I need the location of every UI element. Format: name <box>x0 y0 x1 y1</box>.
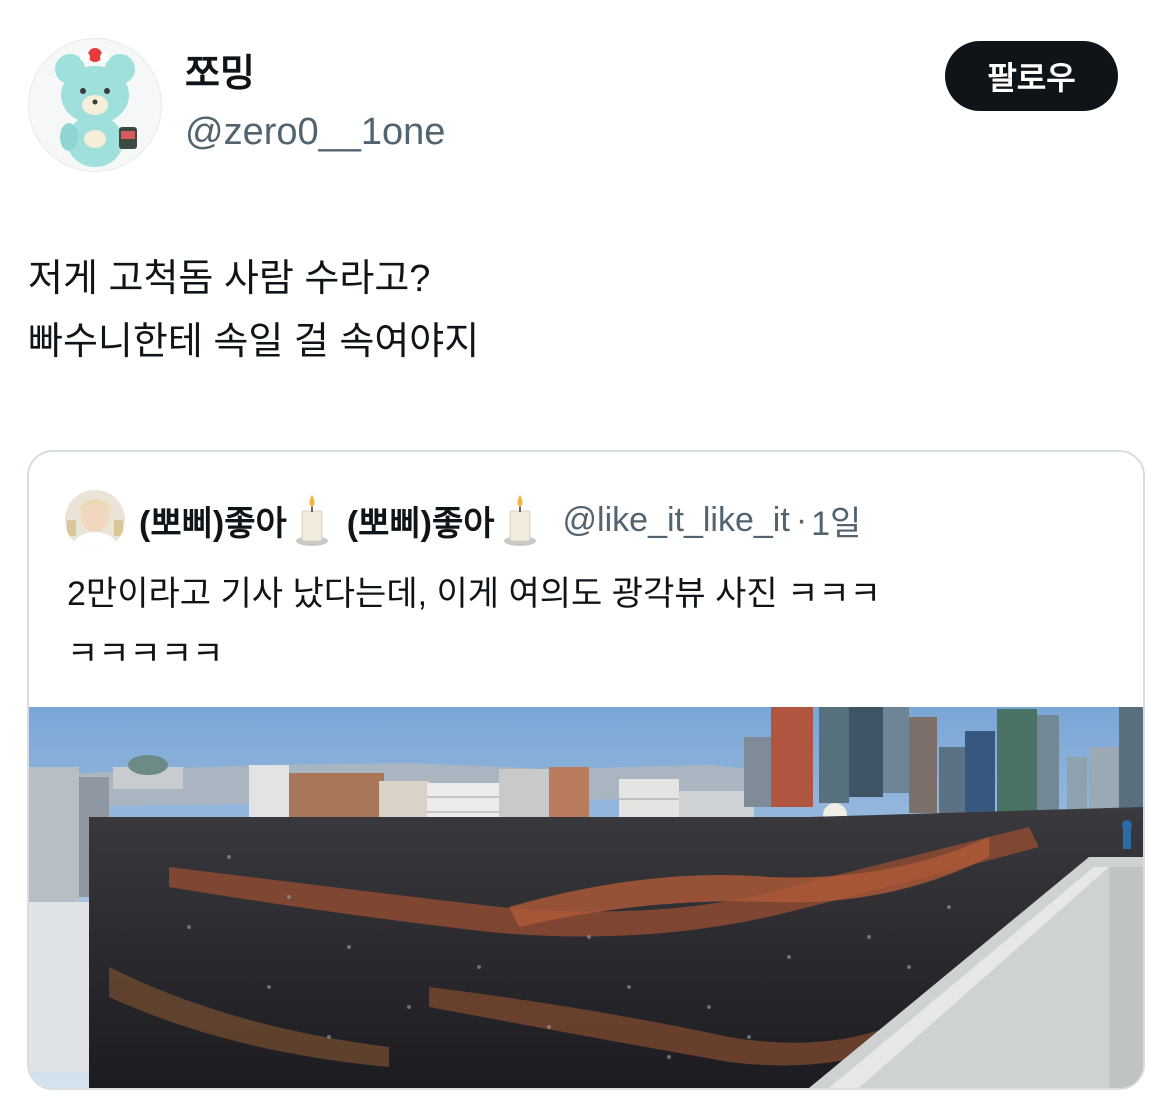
quoted-author-avatar[interactable] <box>65 490 125 550</box>
quoted-handle[interactable]: @like_it_like_it <box>563 501 790 540</box>
tweet-line: 빠수니한테 속일 걸 속여야지 <box>28 321 480 363</box>
teal-bear-plush-avatar-icon <box>29 39 161 171</box>
tweet-line: 저게 고척돔 사람 수라고? <box>28 258 431 300</box>
candle-icon <box>295 493 329 547</box>
quoted-tweet-text: 2만이라고 기사 났다는데, 이게 여의도 광각뷰 사진 ㅋㅋㅋ ㅋㅋㅋㅋㅋ <box>67 564 1107 684</box>
quoted-timestamp[interactable]: 1일 <box>811 496 861 545</box>
crowd-panorama-photo[interactable] <box>29 707 1143 1088</box>
person-avatar-icon <box>65 490 125 550</box>
author-avatar[interactable] <box>28 38 162 172</box>
quoted-display-name-repeat[interactable]: (뽀삐)좋아 <box>347 496 495 545</box>
quoted-display-name[interactable]: (뽀삐)좋아 <box>139 496 287 545</box>
separator-dot: · <box>795 500 808 539</box>
candle-icon <box>503 493 537 547</box>
quoted-tweet-header: (뽀삐)좋아 (뽀삐)좋아 @like_it_like_it · 1일 <box>65 488 861 552</box>
author-handle[interactable]: @zero0__1one <box>185 110 445 154</box>
follow-button[interactable]: 팔로우 <box>945 41 1118 111</box>
quoted-tweet-card[interactable]: (뽀삐)좋아 (뽀삐)좋아 @like_it_like_it · 1일 2만이라… <box>27 450 1145 1090</box>
quoted-line: ㅋㅋㅋㅋㅋ <box>67 635 224 673</box>
author-display-name[interactable]: 쪼밍 <box>185 52 255 96</box>
quoted-line: 2만이라고 기사 났다는데, 이게 여의도 광각뷰 사진 ㅋㅋㅋ <box>67 575 881 613</box>
tweet-text: 저게 고척돔 사람 수라고? 빠수니한테 속일 걸 속여야지 <box>28 248 1128 374</box>
